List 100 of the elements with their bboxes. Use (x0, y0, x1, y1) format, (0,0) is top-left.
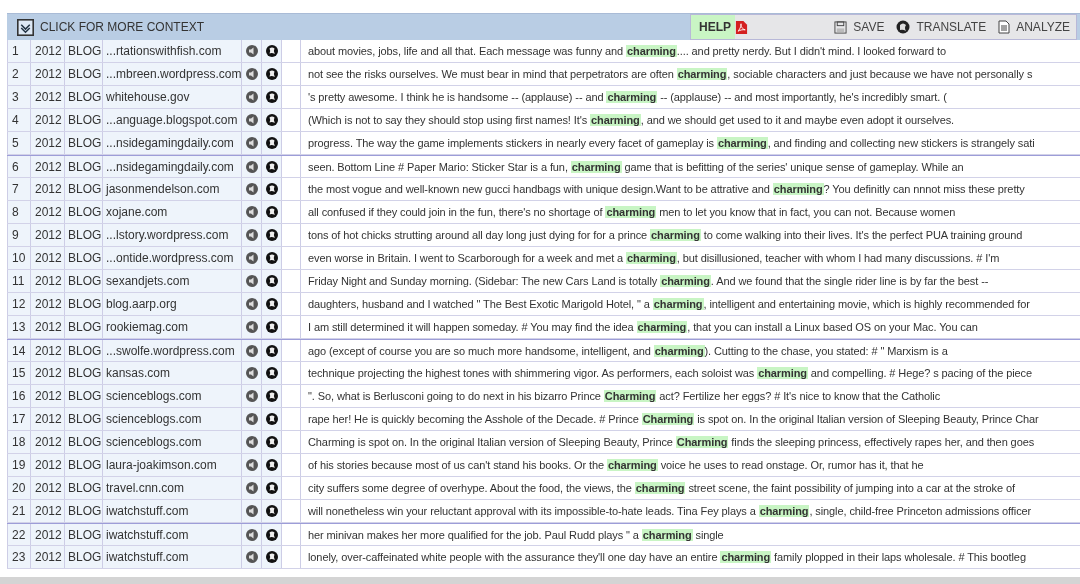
source-link[interactable]: sexandjets.com (103, 270, 242, 292)
speaker-icon[interactable] (245, 344, 258, 357)
genre-cell: BLOG (65, 362, 103, 384)
row-number: 7 (7, 178, 31, 200)
row-number: 13 (7, 316, 31, 338)
row-number: 5 (7, 132, 31, 154)
year-cell: 2012 (31, 156, 65, 177)
year-cell: 2012 (31, 109, 65, 131)
source-link[interactable]: iwatchstuff.com (103, 500, 242, 522)
row-number: 22 (7, 524, 31, 545)
genre-cell: BLOG (65, 477, 103, 499)
source-link[interactable]: ...nsidegamingdaily.com (103, 132, 242, 154)
genre-cell: BLOG (65, 156, 103, 177)
source-link[interactable]: jasonmendelson.com (103, 178, 242, 200)
source-link[interactable]: ...anguage.blogspot.com (103, 109, 242, 131)
row-number: 8 (7, 201, 31, 223)
speaker-icon[interactable] (245, 206, 258, 218)
row-number: 20 (7, 477, 31, 499)
year-cell: 2012 (31, 340, 65, 361)
speaker-icon[interactable] (245, 505, 258, 517)
genre-cell: BLOG (65, 524, 103, 545)
source-link[interactable]: scienceblogs.com (103, 385, 242, 407)
speaker-icon[interactable] (245, 390, 258, 402)
genre-cell: BLOG (65, 340, 103, 361)
speaker-icon[interactable] (245, 114, 258, 126)
genre-cell: BLOG (65, 109, 103, 131)
analyze-button[interactable]: ANALYZE (992, 20, 1076, 34)
source-link[interactable]: ...rtationswithfish.com (103, 40, 242, 62)
speaker-icon[interactable] (245, 459, 258, 471)
translate-button[interactable]: TRANSLATE (890, 20, 993, 34)
source-link[interactable]: laura-joakimson.com (103, 454, 242, 476)
speaker-icon[interactable] (245, 275, 258, 287)
genre-cell: BLOG (65, 178, 103, 200)
source-link[interactable]: iwatchstuff.com (103, 546, 242, 568)
year-cell: 2012 (31, 524, 65, 545)
source-link[interactable]: rookiemag.com (103, 316, 242, 338)
speaker-icon[interactable] (245, 68, 258, 80)
year-cell: 2012 (31, 362, 65, 384)
speaker-icon[interactable] (245, 321, 258, 333)
year-cell: 2012 (31, 40, 65, 62)
speaker-icon[interactable] (245, 160, 258, 173)
expand-toggle-icon[interactable] (17, 18, 34, 36)
source-link[interactable]: travel.cnn.com (103, 477, 242, 499)
genre-cell: BLOG (65, 431, 103, 453)
genre-cell: BLOG (65, 293, 103, 315)
speaker-icon[interactable] (245, 413, 258, 425)
source-link[interactable]: ...mbreen.wordpress.com (103, 63, 242, 85)
year-cell: 2012 (31, 454, 65, 476)
genre-cell: BLOG (65, 247, 103, 269)
speaker-icon[interactable] (245, 436, 258, 448)
speaker-icon[interactable] (245, 252, 258, 264)
row-number: 12 (7, 293, 31, 315)
speaker-icon[interactable] (245, 229, 258, 241)
year-cell: 2012 (31, 408, 65, 430)
year-cell: 2012 (31, 224, 65, 246)
source-link[interactable]: ...nsidegamingdaily.com (103, 156, 242, 177)
source-link[interactable]: scienceblogs.com (103, 408, 242, 430)
document-icon (998, 20, 1011, 34)
row-number: 14 (7, 340, 31, 361)
year-cell: 2012 (31, 316, 65, 338)
genre-cell: BLOG (65, 454, 103, 476)
speaker-icon[interactable] (245, 551, 258, 563)
genre-cell: BLOG (65, 224, 103, 246)
genre-cell: BLOG (65, 63, 103, 85)
genre-cell: BLOG (65, 201, 103, 223)
year-cell: 2012 (31, 546, 65, 568)
speaker-icon[interactable] (245, 137, 258, 149)
source-link[interactable]: ...ontide.wordpress.com (103, 247, 242, 269)
horizontal-scrollbar[interactable] (0, 577, 1080, 584)
source-link[interactable]: blog.aarp.org (103, 293, 242, 315)
year-cell: 2012 (31, 132, 65, 154)
speaker-icon[interactable] (245, 482, 258, 494)
speaker-icon[interactable] (245, 298, 258, 310)
speaker-icon[interactable] (245, 45, 258, 57)
speaker-icon[interactable] (245, 367, 258, 379)
genre-cell: BLOG (65, 270, 103, 292)
row-number: 2 (7, 63, 31, 85)
row-number: 15 (7, 362, 31, 384)
source-link[interactable]: iwatchstuff.com (103, 524, 242, 545)
source-link[interactable]: scienceblogs.com (103, 431, 242, 453)
year-cell: 2012 (31, 86, 65, 108)
context-label[interactable]: CLICK FOR MORE CONTEXT (40, 20, 204, 34)
source-link[interactable]: xojane.com (103, 201, 242, 223)
source-link[interactable]: ...swolfe.wordpress.com (103, 340, 242, 361)
pdf-icon[interactable] (735, 19, 748, 35)
row-number: 6 (7, 156, 31, 177)
source-link[interactable]: kansas.com (103, 362, 242, 384)
speaker-icon[interactable] (245, 183, 258, 195)
save-button[interactable]: SAVE (828, 20, 891, 34)
row-number: 18 (7, 431, 31, 453)
year-cell: 2012 (31, 270, 65, 292)
source-link[interactable]: ...lstory.wordpress.com (103, 224, 242, 246)
help-button[interactable]: HELP (691, 15, 735, 39)
row-number: 21 (7, 500, 31, 522)
row-number: 3 (7, 86, 31, 108)
source-link[interactable]: whitehouse.gov (103, 86, 242, 108)
row-number: 23 (7, 546, 31, 568)
year-cell: 2012 (31, 63, 65, 85)
speaker-icon[interactable] (245, 91, 258, 103)
speaker-icon[interactable] (245, 528, 258, 541)
